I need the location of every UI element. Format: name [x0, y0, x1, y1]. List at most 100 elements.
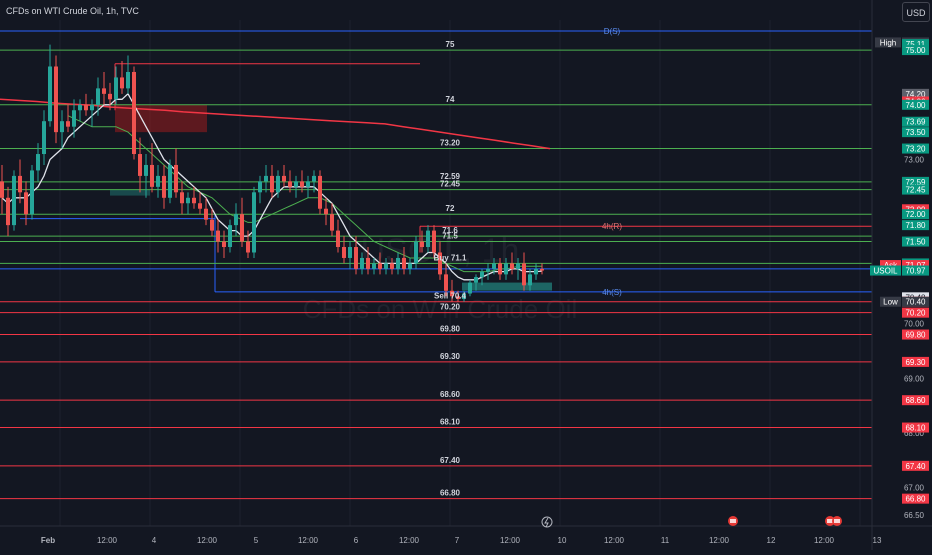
candle-body — [102, 88, 106, 94]
candle-body — [366, 257, 370, 269]
candle-body — [300, 181, 304, 187]
zone-label: 4h(S) — [602, 288, 622, 297]
candle-body — [30, 170, 34, 215]
candle-body — [378, 263, 382, 269]
candle-body — [390, 263, 394, 269]
candle-body — [42, 121, 46, 155]
level-label: 68.10 — [440, 418, 461, 427]
price-tick: 69.00 — [904, 374, 925, 383]
candle-body — [72, 110, 76, 127]
price-tick: 67.00 — [904, 484, 925, 493]
candle-body — [114, 77, 118, 100]
price-tag-value: 72.45 — [905, 186, 926, 195]
level-label: 70.20 — [440, 303, 461, 312]
price-axis[interactable]: 66.5067.0067.4068.0068.6069.0069.3070.00… — [870, 0, 932, 550]
price-tag-value: 69.30 — [905, 358, 926, 367]
time-tick: 12:00 — [814, 536, 835, 545]
price-chart[interactable]: USOIL, 1h CFDs on WTI Crude Oil D(S)4h(R… — [0, 0, 932, 550]
price-tag-value: 70.97 — [905, 267, 926, 276]
candle-body — [432, 230, 436, 253]
candle-body — [96, 88, 100, 105]
zone-label: D(S) — [604, 27, 621, 36]
price-tag-value: 66.80 — [905, 495, 926, 504]
candle-body — [318, 175, 322, 209]
candle-body — [156, 175, 160, 187]
candle-body — [516, 263, 520, 269]
time-tick: 12:00 — [709, 536, 730, 545]
time-axis[interactable]: Feb 12:00 4 12:00 5 12:00 6 12:00 7 12:00 10 12:00 1… — [0, 516, 932, 545]
candle-body — [78, 104, 82, 111]
time-tick: 10 — [558, 536, 567, 545]
candle-body — [66, 121, 70, 127]
candle-body — [84, 104, 88, 111]
candle-body — [510, 263, 514, 269]
candle-body — [372, 263, 376, 269]
candle-body — [216, 230, 220, 242]
candle-body — [210, 219, 214, 231]
candle-body — [18, 175, 22, 193]
candle-body — [132, 71, 136, 155]
level-label: 72.45 — [440, 180, 461, 189]
candle-body — [222, 241, 226, 248]
level-label: Sell 70.4 — [434, 292, 467, 301]
time-tick: 13 — [873, 536, 882, 545]
price-tag-value: 70.20 — [905, 309, 926, 318]
candle-body — [126, 71, 130, 89]
candle-body — [420, 241, 424, 248]
candle-body — [138, 154, 142, 176]
price-tag-label: High — [880, 38, 896, 47]
candle-body — [492, 263, 496, 269]
candle-body — [12, 175, 16, 226]
level-label: 68.60 — [440, 390, 461, 399]
candle-body — [120, 77, 124, 89]
flag-event-stripe — [834, 519, 840, 523]
time-tick: 5 — [254, 536, 259, 545]
price-tag-value: 69.80 — [905, 331, 926, 340]
time-tick: 12:00 — [399, 536, 420, 545]
candle-body — [282, 175, 286, 182]
level-label: 73.20 — [440, 139, 461, 148]
candle-body — [108, 93, 112, 100]
candle-body — [186, 197, 190, 204]
candle-body — [528, 274, 532, 286]
price-tick: 70.00 — [904, 320, 925, 329]
level-label: 75 — [446, 40, 455, 49]
flag-event-stripe — [730, 519, 736, 523]
candle-body — [312, 175, 316, 182]
level-label: 74 — [446, 95, 455, 104]
candle-body — [258, 181, 262, 193]
price-tag-value: 73.20 — [905, 145, 926, 154]
candle-body — [354, 247, 358, 269]
candle-body — [348, 247, 352, 258]
candle-body — [486, 268, 490, 272]
candle-body — [294, 181, 298, 187]
candle-body — [246, 241, 250, 253]
price-tick: 73.00 — [904, 155, 925, 164]
candle-body — [270, 175, 274, 193]
candle-body — [468, 282, 472, 294]
price-tag-value: 68.60 — [905, 396, 926, 405]
candle-body — [264, 175, 268, 182]
time-tick: 12:00 — [97, 536, 118, 545]
price-tag-value: 75.00 — [905, 46, 926, 55]
candle-body — [426, 230, 430, 248]
candle-body — [198, 203, 202, 209]
candle-body — [24, 192, 28, 215]
time-tick: 11 — [661, 536, 670, 545]
currency-button[interactable]: USD — [902, 2, 930, 22]
candle-body — [504, 263, 508, 275]
candle-body — [54, 66, 58, 133]
level-label: 66.80 — [440, 489, 461, 498]
candle-body — [234, 214, 238, 226]
candle-body — [360, 257, 364, 269]
level-label: 67.40 — [440, 456, 461, 465]
candle-body — [144, 164, 148, 176]
candle-body — [174, 164, 178, 193]
candle-body — [48, 66, 52, 122]
grid — [59, 20, 861, 526]
candle-body — [498, 263, 502, 275]
chart-area[interactable]: USOIL, 1h CFDs on WTI Crude Oil D(S) 4h(R… — [0, 0, 932, 550]
resistance-zone — [115, 104, 207, 133]
candle-body — [384, 263, 388, 269]
candle-body — [330, 214, 334, 231]
